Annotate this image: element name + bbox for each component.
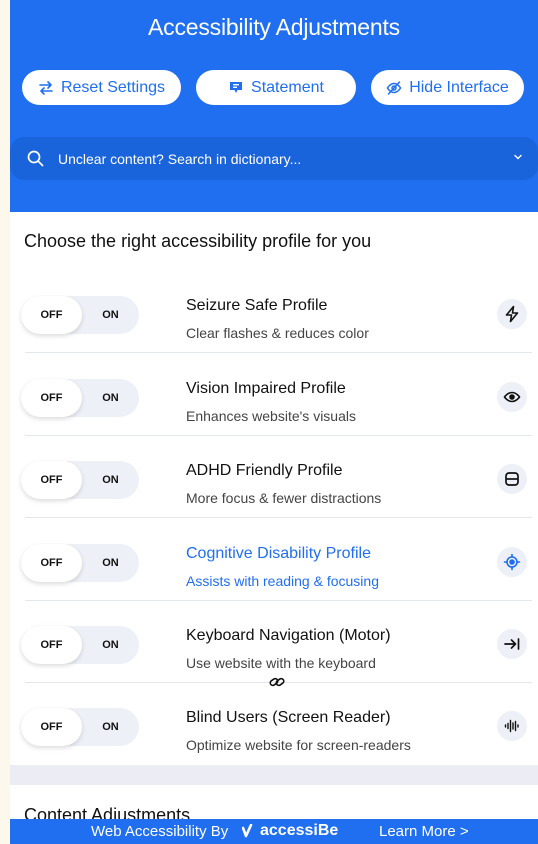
profile-description: Enhances website's visuals xyxy=(186,408,356,424)
profiles-card: Choose the right accessibility profile f… xyxy=(10,212,538,765)
statement-icon xyxy=(230,81,243,93)
profile-description: Optimize website for screen-readers xyxy=(186,737,411,753)
profile-icon-wrap xyxy=(497,711,527,741)
profile-icon-wrap xyxy=(497,464,527,494)
toggle-off[interactable]: OFF xyxy=(21,461,82,499)
toggle-off[interactable]: OFF xyxy=(21,626,82,664)
toggle-off[interactable]: OFF xyxy=(21,708,82,746)
learn-more-link[interactable]: Learn More > xyxy=(379,823,469,840)
profile-icon-wrap xyxy=(497,629,527,659)
profiles-heading: Choose the right accessibility profile f… xyxy=(24,231,372,251)
toggle-on[interactable]: ON xyxy=(82,544,139,582)
panel-title: Accessibility Adjustments xyxy=(148,14,400,40)
toggle-on[interactable]: ON xyxy=(82,626,139,664)
reset-settings-button[interactable]: Reset Settings xyxy=(22,70,181,105)
statement-label: Statement xyxy=(251,78,324,96)
profile-toggle[interactable]: OFF ON xyxy=(21,461,139,499)
focus-frame-icon xyxy=(505,472,519,486)
footer-brand-label: accessiBe xyxy=(260,822,339,839)
profile-title: Seizure Safe Profile xyxy=(186,297,328,314)
panel-header: Accessibility Adjustments Reset Settings… xyxy=(10,0,538,212)
row-divider xyxy=(25,517,532,518)
profile-row-cognitive-disability: OFF ON Cognitive Disability Profile Assi… xyxy=(10,527,538,609)
profile-toggle[interactable]: OFF ON xyxy=(21,379,139,417)
reset-arrows-icon xyxy=(39,80,53,95)
profile-row-seizure-safe: OFF ON Seizure Safe Profile Clear flashe… xyxy=(10,279,538,361)
profile-icon-wrap xyxy=(497,382,527,412)
row-divider xyxy=(25,352,532,353)
footer-by-text: Web Accessibility By xyxy=(91,823,229,840)
profile-title: Cognitive Disability Profile xyxy=(186,545,371,562)
toggle-off[interactable]: OFF xyxy=(21,296,82,334)
profile-description: Clear flashes & reduces color xyxy=(186,325,369,341)
toggle-on[interactable]: ON xyxy=(82,379,139,417)
accessibe-logo-icon xyxy=(242,824,253,838)
profile-description: Assists with reading & focusing xyxy=(186,573,379,589)
audio-wave-icon xyxy=(504,719,519,733)
lightning-icon xyxy=(505,305,519,323)
reset-settings-label: Reset Settings xyxy=(60,78,166,96)
profile-toggle[interactable]: OFF ON xyxy=(21,296,139,334)
search-icon xyxy=(27,150,44,167)
profile-title: ADHD Friendly Profile xyxy=(186,462,343,479)
chevron-down-icon[interactable] xyxy=(512,151,524,163)
profile-title: Vision Impaired Profile xyxy=(186,380,346,397)
eye-icon xyxy=(503,391,521,403)
toggle-on[interactable]: ON xyxy=(82,461,139,499)
profile-title: Blind Users (Screen Reader) xyxy=(186,709,391,726)
eye-slash-icon xyxy=(386,80,402,95)
profile-toggle[interactable]: OFF ON xyxy=(21,626,139,664)
hide-interface-label: Hide Interface xyxy=(409,78,509,96)
target-icon xyxy=(503,553,521,571)
hide-interface-button[interactable]: Hide Interface xyxy=(371,70,524,105)
profile-icon-wrap xyxy=(497,547,527,577)
profile-description: Use website with the keyboard xyxy=(186,655,376,671)
toggle-off[interactable]: OFF xyxy=(21,544,82,582)
toggle-on[interactable]: ON xyxy=(82,708,139,746)
profile-row-adhd-friendly: OFF ON ADHD Friendly Profile More focus … xyxy=(10,444,538,526)
profile-row-blind-users: OFF ON Blind Users (Screen Reader) Optim… xyxy=(10,691,538,773)
profile-title: Keyboard Navigation (Motor) xyxy=(186,627,391,644)
search-placeholder: Unclear content? Search in dictionary... xyxy=(58,150,302,167)
toggle-off[interactable]: OFF xyxy=(21,379,82,417)
statement-button[interactable]: Statement xyxy=(196,70,356,105)
row-divider xyxy=(25,435,532,436)
profile-toggle[interactable]: OFF ON xyxy=(21,708,139,746)
profile-icon-wrap xyxy=(497,299,527,329)
footer-brand[interactable]: accessiBe xyxy=(242,822,338,840)
dictionary-search[interactable]: Unclear content? Search in dictionary... xyxy=(10,137,538,180)
profile-toggle[interactable]: OFF ON xyxy=(21,544,139,582)
profile-description: More focus & fewer distractions xyxy=(186,490,382,506)
tab-arrow-icon xyxy=(504,638,520,650)
footer-bar: Web Accessibility By accessiBe Learn Mor… xyxy=(10,819,538,844)
link-icon[interactable] xyxy=(268,673,286,691)
row-divider xyxy=(25,600,532,601)
accessibility-panel: Accessibility Adjustments Reset Settings… xyxy=(10,0,538,844)
profile-row-vision-impaired: OFF ON Vision Impaired Profile Enhances … xyxy=(10,362,538,444)
toggle-on[interactable]: ON xyxy=(82,296,139,334)
